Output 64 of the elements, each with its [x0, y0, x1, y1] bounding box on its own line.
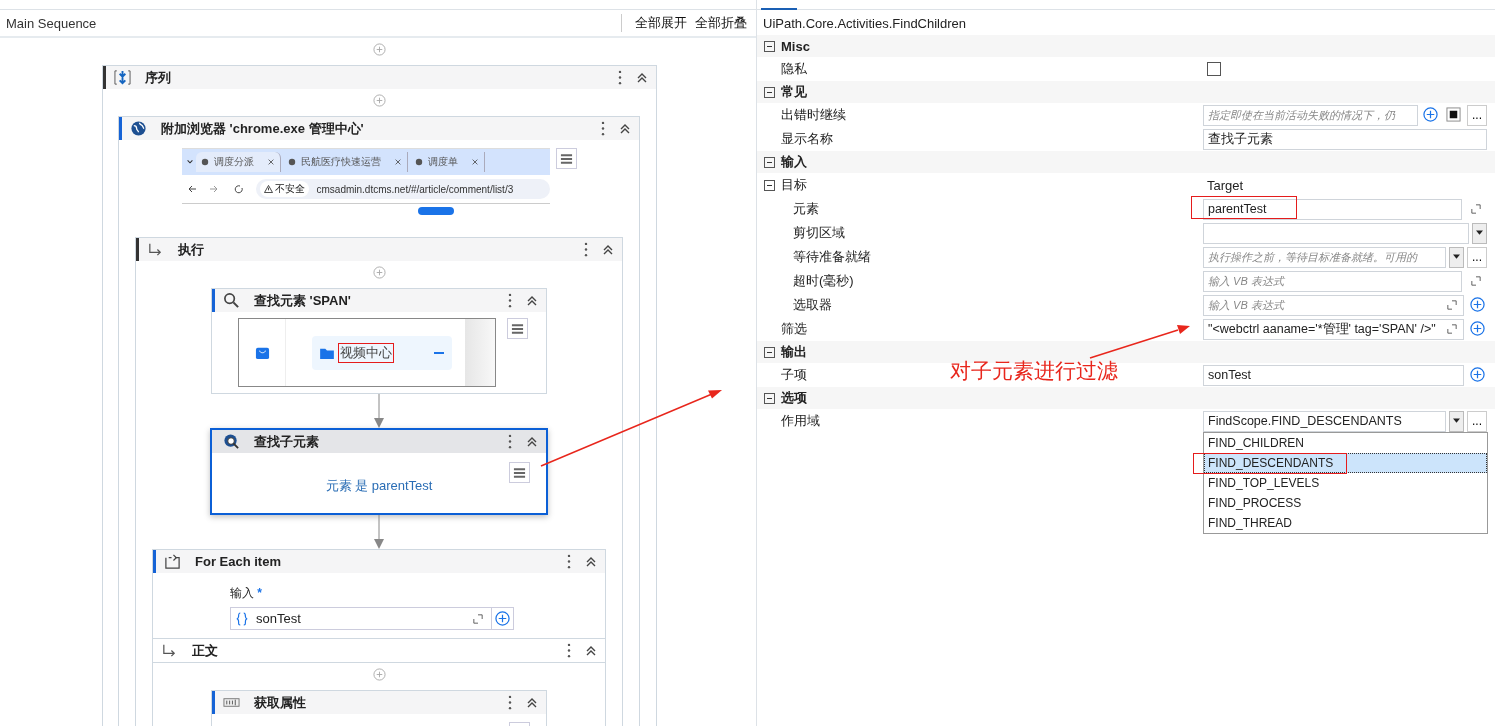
annotation-text: 对子元素进行过滤 — [950, 358, 1118, 384]
input-field[interactable]: parentTest — [1203, 198, 1462, 220]
designer-title: Main Sequence — [6, 15, 98, 31]
property-label: 目标 — [781, 176, 807, 194]
card-header[interactable]: 获取属性 — [212, 691, 546, 714]
input-field[interactable]: 查找子元素 — [1203, 128, 1487, 150]
property-label: 元素 — [793, 200, 819, 218]
toolbar-action[interactable]: 全部展开 — [632, 14, 690, 32]
input-field[interactable]: 指定即使在当前活动失败的情况下，仍 — [1203, 104, 1418, 126]
property-label: 出错时继续 — [781, 106, 846, 124]
input-field[interactable]: 输入 VB 表达式 — [1203, 294, 1464, 316]
dropdown-option[interactable]: FIND_TOP_LEVELS — [1204, 473, 1487, 493]
toolbar-action[interactable]: 全部折叠 — [692, 14, 750, 32]
card-header[interactable]: For Each item — [153, 550, 605, 573]
card-title: 查找元素 'SPAN' — [254, 291, 352, 310]
dropdown-option[interactable]: FIND_THREAD — [1204, 513, 1487, 533]
card-title: 正文 — [192, 641, 219, 660]
input-field[interactable]: 执行操作之前，等待目标准备就绪。可用的 — [1203, 246, 1446, 268]
card-header[interactable]: 查找元素 'SPAN' — [212, 289, 546, 312]
property-label: 作用域 — [781, 412, 820, 430]
card-header[interactable]: 正文 — [153, 638, 605, 663]
property-label: 超时(毫秒) — [793, 272, 854, 290]
input-field[interactable]: "<webctrl aaname='*管理' tag='SPAN' />" — [1203, 318, 1464, 340]
card-title: 获取属性 — [254, 693, 307, 712]
property-label: 筛选 — [781, 320, 807, 338]
property-label: 剪切区域 — [793, 224, 845, 242]
property-label: 显示名称 — [781, 130, 833, 148]
section-title: 常见 — [781, 83, 807, 101]
property-value: Target — [1206, 177, 1244, 193]
dropdown-option[interactable]: FIND_DESCENDANTS — [1204, 453, 1487, 473]
property-label: 子项 — [781, 366, 807, 384]
card-title: 执行 — [178, 240, 205, 259]
activity-summary: 元素 是 parentTest — [325, 477, 433, 495]
card-header[interactable]: 执行 — [136, 238, 622, 261]
required-mark: * — [257, 586, 262, 600]
card-title: 序列 — [144, 68, 172, 87]
activity-card[interactable]: 查找子元素 元素 是 parentTest — [210, 428, 548, 515]
security-label: 不安全 — [274, 182, 305, 196]
input-field[interactable]: FindScope.FIND_DESCENDANTS — [1203, 410, 1446, 432]
card-header[interactable]: 附加浏览器 'chrome.exe 管理中心' — [119, 117, 639, 140]
card-header[interactable]: 序列 — [102, 66, 656, 89]
card-header[interactable]: 查找子元素 — [212, 430, 546, 453]
dropdown-option[interactable]: FIND_CHILDREN — [1204, 433, 1487, 453]
property-label: 等待准备就绪 — [793, 248, 871, 266]
section-title: 选项 — [781, 389, 807, 407]
input-field[interactable]: sonTest — [1203, 364, 1464, 386]
section-title: Misc — [781, 38, 810, 54]
input-field[interactable]: sonTest — [230, 607, 492, 630]
card-title: 附加浏览器 'chrome.exe 管理中心' — [161, 119, 365, 138]
property-label: 隐私 — [781, 60, 807, 78]
section-title: 输入 — [781, 153, 807, 171]
section-title: 输出 — [781, 343, 807, 361]
url-text: cmsadmin.dtcms.net/#/article/comment/list/3 — [316, 183, 514, 195]
more-button[interactable]: ... — [1467, 410, 1487, 432]
more-button[interactable]: ... — [1467, 104, 1487, 126]
field-label: 输入 — [230, 586, 254, 600]
card-title: 查找子元素 — [254, 432, 320, 451]
dropdown-option[interactable]: FIND_PROCESS — [1204, 493, 1487, 513]
more-button[interactable]: ... — [1467, 246, 1487, 268]
property-label: 选取器 — [793, 296, 832, 314]
highlighted-label: 视频中心 — [338, 342, 394, 363]
input-field[interactable]: 输入 VB 表达式 — [1203, 270, 1462, 292]
card-title: For Each item — [195, 554, 282, 569]
class-name: UiPath.Core.Activities.FindChildren — [762, 14, 968, 33]
